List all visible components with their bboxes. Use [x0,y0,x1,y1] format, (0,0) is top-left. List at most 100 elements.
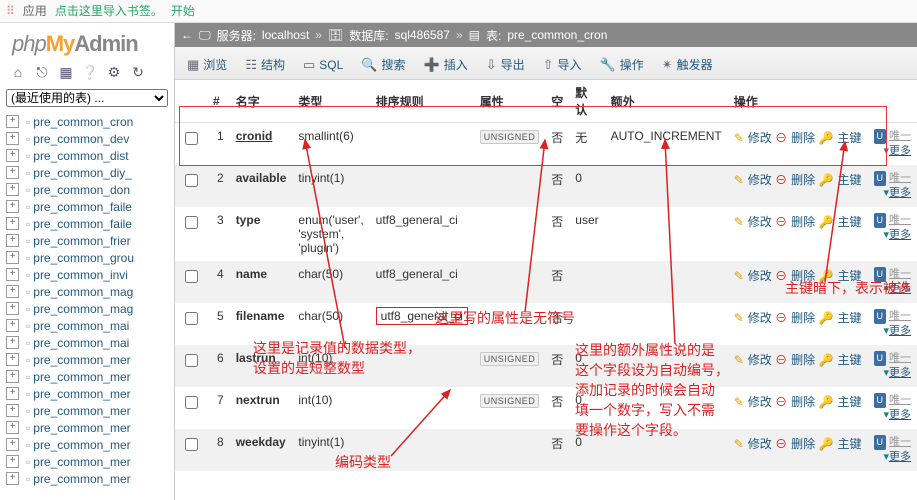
tree-table-item[interactable]: +▫pre_common_faile [2,198,174,215]
edit-link[interactable]: 修改 [748,215,772,229]
toggle-dot-icon[interactable]: ▫ [26,404,30,418]
tab-structure[interactable]: ☷结构 [237,50,295,79]
drop-link[interactable]: 删除 [791,395,815,409]
tree-table-label[interactable]: pre_common_mai [33,319,129,333]
unique-link[interactable]: 唯一 [889,436,911,448]
tab-sql[interactable]: ▭SQL [295,51,353,79]
tree-table-item[interactable]: +▫pre_common_dev [2,130,174,147]
tree-table-label[interactable]: pre_common_mer [33,370,130,384]
tree-table-label[interactable]: pre_common_faile [33,200,132,214]
drop-link[interactable]: 删除 [791,353,815,367]
tree-table-item[interactable]: +▫pre_common_frier [2,232,174,249]
tree-table-item[interactable]: +▫pre_common_invi [2,266,174,283]
tree-table-item[interactable]: + ▫pre_common_grou [2,249,174,266]
column-name[interactable]: type [236,213,261,227]
tree-table-label[interactable]: pre_common_mer [33,455,130,469]
tree-table-item[interactable]: +▫pre_common_mer [2,419,174,436]
key-icon[interactable]: 🔑 [819,437,834,451]
tree-table-label[interactable]: pre_common_mer [33,387,130,401]
drop-icon[interactable]: ⊖ [775,311,787,325]
toggle-dot-icon[interactable]: ▫ [26,455,30,469]
key-icon[interactable]: 🔑 [819,353,834,367]
tree-table-item[interactable]: +▫pre_common_mer [2,470,174,487]
more-link[interactable]: 更多 [889,187,911,199]
unique-link[interactable]: 唯一 [889,172,911,184]
tree-table-item[interactable]: +▫pre_common_mer [2,436,174,453]
key-icon[interactable]: 🔑 [819,131,834,145]
edit-link[interactable]: 修改 [748,395,772,409]
expand-icon[interactable]: + [6,421,19,434]
expand-icon[interactable]: + [6,115,19,128]
expand-icon[interactable]: + [6,472,19,485]
drop-icon[interactable]: ⊖ [775,215,787,229]
expand-icon[interactable]: + [6,387,19,400]
tree-table-item[interactable]: +▫pre_common_don [2,181,174,198]
expand-icon[interactable]: + [6,166,19,179]
start-link[interactable]: 开始 [171,0,195,22]
edit-link[interactable]: 修改 [748,311,772,325]
home-icon[interactable]: ⌂ [8,63,28,81]
apps-label[interactable]: 应用 [23,0,47,22]
drop-icon[interactable]: ⊖ [775,131,787,145]
row-checkbox[interactable] [185,174,198,187]
more-link[interactable]: 更多 [889,145,911,157]
toggle-dot-icon[interactable]: ▫ [26,115,30,129]
row-checkbox[interactable] [185,438,198,451]
primary-key-link[interactable]: 主键 [837,215,861,229]
tree-table-item[interactable]: + ▫pre_common_cron [2,113,174,130]
expand-icon[interactable]: + [6,268,19,281]
crumb-server[interactable]: localhost [262,28,309,42]
column-name[interactable]: weekday [236,435,286,449]
row-checkbox[interactable] [185,354,198,367]
toggle-dot-icon[interactable]: ▫ [26,251,30,265]
tree-table-item[interactable]: +▫pre_common_faile [2,215,174,232]
expand-icon[interactable]: + [6,455,19,468]
drop-icon[interactable]: ⊖ [775,269,787,283]
key-icon[interactable]: 🔑 [819,173,834,187]
expand-icon[interactable]: + [6,200,19,213]
edit-icon[interactable]: ✎ [734,269,744,283]
expand-icon[interactable]: + [6,217,19,230]
th-ops[interactable]: 操作 [728,80,868,123]
expand-icon[interactable]: + [6,285,19,298]
expand-icon[interactable]: + [6,404,19,417]
tree-table-label[interactable]: pre_common_frier [33,234,130,248]
more-link[interactable]: 更多 [889,367,911,379]
recent-tables-select[interactable]: (最近使用的表) ... [6,89,168,107]
tree-table-label[interactable]: pre_common_grou [33,251,134,265]
drop-link[interactable]: 删除 [791,269,815,283]
drop-link[interactable]: 删除 [791,131,815,145]
expand-icon[interactable]: + [6,183,19,196]
tree-table-item[interactable]: +▫pre_common_mai [2,334,174,351]
toggle-dot-icon[interactable]: ▫ [26,149,30,163]
tree-table-label[interactable]: pre_common_invi [33,268,128,282]
edit-link[interactable]: 修改 [748,173,772,187]
tree-table-label[interactable]: pre_common_cron [33,115,133,129]
toggle-dot-icon[interactable]: ▫ [26,183,30,197]
tree-table-label[interactable]: pre_common_mer [33,472,130,486]
th-default[interactable]: 默认 [569,80,604,123]
tree-table-label[interactable]: pre_common_mag [33,285,133,299]
tree-table-label[interactable]: pre_common_mer [33,353,130,367]
tree-table-item[interactable]: +▫pre_common_mer [2,351,174,368]
edit-link[interactable]: 修改 [748,353,772,367]
unique-link[interactable]: 唯一 [889,352,911,364]
gear-icon[interactable]: ⚙ [104,63,124,81]
column-name[interactable]: filename [236,309,285,323]
tree-table-label[interactable]: pre_common_mer [33,438,130,452]
row-checkbox[interactable] [185,312,198,325]
expand-icon[interactable]: + [6,438,19,451]
primary-key-link[interactable]: 主键 [837,311,861,325]
edit-link[interactable]: 修改 [748,131,772,145]
toggle-dot-icon[interactable]: ▫ [26,132,30,146]
tree-table-item[interactable]: +▫pre_common_mag [2,283,174,300]
tab-export[interactable]: ⇩导出 [478,50,535,79]
th-collation[interactable]: 排序规则 [370,80,474,123]
th-null[interactable]: 空 [545,80,569,123]
toggle-dot-icon[interactable]: ▫ [26,166,30,180]
expand-icon[interactable]: + [6,319,19,332]
primary-key-link[interactable]: 主键 [837,131,861,145]
tree-table-item[interactable]: +▫pre_common_dist [2,147,174,164]
expand-icon[interactable]: + [6,251,19,264]
expand-icon[interactable]: + [6,132,19,145]
